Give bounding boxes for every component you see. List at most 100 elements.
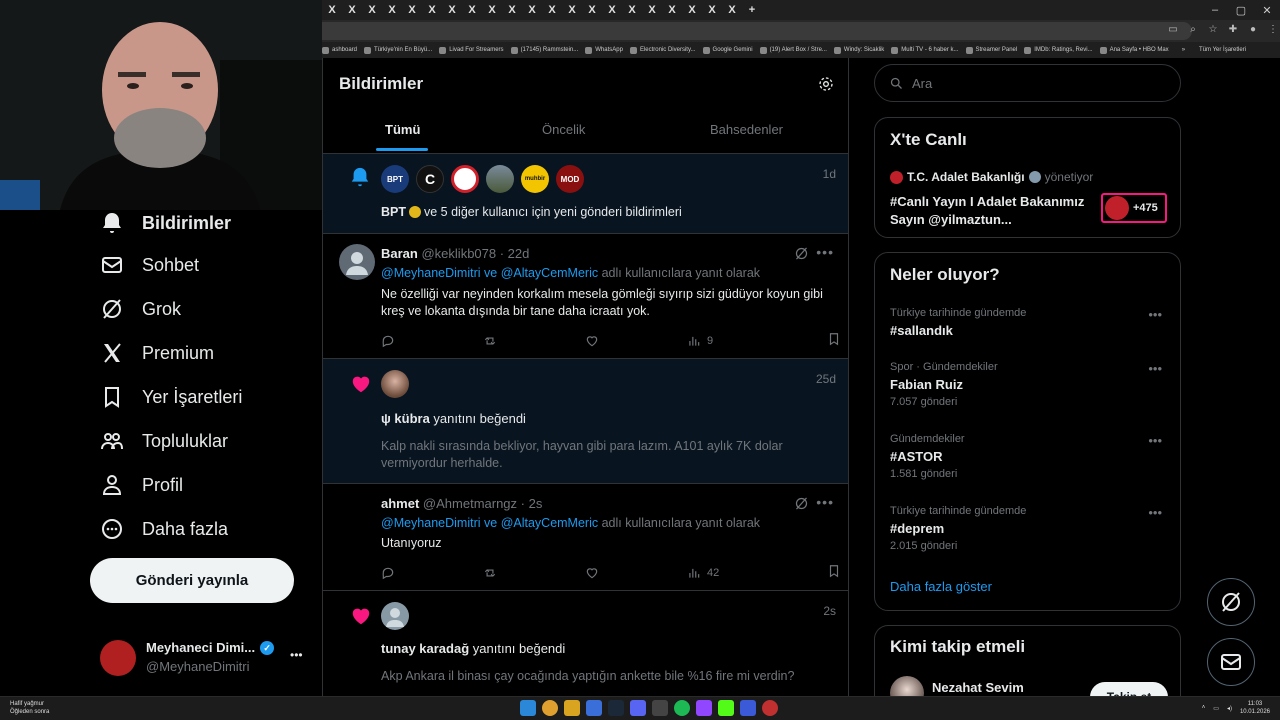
more-icon[interactable]: •••: [816, 494, 834, 510]
avatar[interactable]: [339, 244, 375, 280]
views-button[interactable]: 9: [687, 332, 789, 349]
bookmark-item[interactable]: (19) Alert Box / Stre...: [759, 46, 827, 54]
liker-name[interactable]: tunay karadağ: [381, 641, 469, 656]
bookmark-item[interactable]: Ana Sayfa • HBO Max: [1099, 46, 1169, 54]
spotify-icon[interactable]: [674, 700, 690, 716]
reply-button[interactable]: [381, 332, 483, 349]
bookmark-item[interactable]: WhatsApp: [585, 46, 623, 54]
trend-more-icon[interactable]: •••: [1148, 505, 1162, 520]
suggested-user-name[interactable]: Nezahat Sevim: [932, 680, 1024, 695]
minimize-icon[interactable]: –: [1202, 4, 1228, 16]
avatar[interactable]: muhbir: [521, 165, 549, 193]
grok-icon[interactable]: [794, 496, 809, 511]
live-listeners[interactable]: +475: [1101, 193, 1167, 223]
show-more-link[interactable]: Daha fazla göster: [890, 579, 992, 594]
browser-tab-x[interactable]: X: [602, 0, 622, 20]
avatar[interactable]: [339, 494, 375, 530]
liked-post-text[interactable]: Kalp nakli sırasında bekliyor, hayvan gi…: [381, 438, 791, 472]
browser-tab-x[interactable]: X: [342, 0, 362, 20]
profile-icon[interactable]: ●: [1246, 23, 1260, 37]
bookmark-item[interactable]: Windy: Sicaklik: [833, 46, 884, 54]
mention-link[interactable]: @MeyhaneDimitri: [381, 516, 481, 530]
browser-tab-x[interactable]: X: [462, 0, 482, 20]
repost-button[interactable]: [483, 564, 585, 581]
mention-link[interactable]: @AltayCemMeric: [501, 516, 598, 530]
nav-item-bildirimler[interactable]: Bildirimler: [100, 211, 231, 235]
search-box[interactable]: Ara: [874, 64, 1181, 102]
menu-icon[interactable]: ⋮: [1266, 23, 1280, 37]
browser-tab-x[interactable]: X: [362, 0, 382, 20]
host-avatar[interactable]: [890, 170, 903, 184]
nav-item-sohbet[interactable]: Sohbet: [100, 253, 199, 277]
kick-icon[interactable]: [718, 700, 734, 716]
browser-tab-x[interactable]: X: [382, 0, 402, 20]
address-bar[interactable]: [322, 22, 1192, 40]
account-switcher[interactable]: Meyhaneci Dimi... ✓ @MeyhaneDimitri •••: [100, 636, 310, 680]
bookmark-item[interactable]: Livad For Streamers: [439, 46, 504, 54]
browser-tab-x[interactable]: X: [322, 0, 342, 20]
weather-widget[interactable]: Hafif yağmur Öğleden sonra: [10, 700, 49, 716]
bookmark-item[interactable]: Multi TV - 6 haber k...: [891, 46, 959, 54]
more-icon[interactable]: •••: [816, 244, 834, 260]
browser-tab-x[interactable]: X: [582, 0, 602, 20]
tab-bahsedenler[interactable]: Bahsedenler: [710, 122, 783, 137]
liked-post-text[interactable]: Akp Ankara il binası çay ocağında yaptığ…: [381, 668, 801, 685]
like-button[interactable]: [585, 332, 687, 349]
author-name[interactable]: Baran: [381, 246, 418, 261]
nav-item-topluluklar[interactable]: Topluluklar: [100, 429, 228, 453]
browser-tab-x[interactable]: X: [442, 0, 462, 20]
explorer-icon[interactable]: [564, 700, 580, 716]
all-bookmarks[interactable]: Tüm Yer İşaretleri: [1199, 47, 1246, 53]
nav-item-profil[interactable]: Profil: [100, 473, 183, 497]
browser-tab-x[interactable]: X: [482, 0, 502, 20]
bookmark-item[interactable]: ashboard: [322, 46, 357, 54]
star-icon[interactable]: ☆: [1206, 23, 1220, 37]
browser-tab-x[interactable]: X: [522, 0, 542, 20]
nav-item-daha-fazla[interactable]: Daha fazla: [100, 517, 228, 541]
trend-item[interactable]: Türkiye tarihinde gündemde #sallandık ••…: [890, 307, 1170, 338]
volume-icon[interactable]: ◂): [1227, 705, 1232, 712]
chrome-icon[interactable]: [542, 700, 558, 716]
avatar[interactable]: MOD: [556, 165, 584, 193]
app-icon[interactable]: [652, 700, 668, 716]
twitch-icon[interactable]: [696, 700, 712, 716]
trend-more-icon[interactable]: •••: [1148, 433, 1162, 448]
nav-item-premium[interactable]: Premium: [100, 341, 214, 365]
trend-item[interactable]: Türkiye tarihinde gündemde #deprem 2.015…: [890, 505, 1170, 552]
browser-tab-x[interactable]: X: [542, 0, 562, 20]
trend-item[interactable]: Gündemdekiler #ASTOR 1.581 gönderi •••: [890, 433, 1170, 480]
author-handle[interactable]: @Ahmetmarngz: [423, 496, 517, 511]
avatar[interactable]: C: [416, 165, 444, 193]
bookmark-item[interactable]: (17145) Rammstein...: [510, 46, 578, 54]
start-icon[interactable]: [520, 700, 536, 716]
browser-tab-x[interactable]: X: [402, 0, 422, 20]
close-window-icon[interactable]: ✕: [1254, 4, 1280, 17]
new-tab-icon[interactable]: +: [742, 0, 762, 20]
browser-tab-x[interactable]: X: [642, 0, 662, 20]
browser-tab-x[interactable]: X: [682, 0, 702, 20]
app-icon[interactable]: [740, 700, 756, 716]
post-time[interactable]: · 22d: [500, 246, 530, 261]
bookmark-item[interactable]: Streamer Panel: [965, 46, 1017, 54]
extensions-icon[interactable]: ✚: [1226, 23, 1240, 37]
reply-button[interactable]: [381, 564, 483, 581]
bookmark-button[interactable]: [789, 564, 848, 581]
live-host[interactable]: T.C. Adalet Bakanlığı: [907, 170, 1025, 184]
like-button[interactable]: [585, 564, 687, 581]
notification-like-tunay[interactable]: 2s tunay karadağ yanıtını beğendi Akp An…: [323, 591, 848, 696]
profile-more-icon[interactable]: •••: [290, 648, 303, 662]
notification-account[interactable]: BPT: [381, 205, 406, 219]
reply-post-baran[interactable]: Baran @keklikb078 · 22d ••• @MeyhaneDimi…: [323, 234, 848, 359]
avatar[interactable]: BPT: [381, 165, 409, 193]
avatar[interactable]: [486, 165, 514, 193]
app-icon[interactable]: [586, 700, 602, 716]
tab-tumu[interactable]: Tümü: [385, 122, 420, 137]
trend-more-icon[interactable]: •••: [1148, 361, 1162, 376]
clock[interactable]: 11:03 10.01.2026: [1240, 700, 1270, 716]
avatar[interactable]: [381, 602, 409, 630]
browser-tab-x[interactable]: X: [502, 0, 522, 20]
bookmark-item[interactable]: IMDb: Ratings, Revi...: [1024, 46, 1093, 54]
grok-fab[interactable]: [1207, 578, 1255, 626]
bookmark-item[interactable]: Türkiye'nin En Büyü...: [364, 46, 432, 54]
gear-icon[interactable]: [818, 76, 834, 92]
